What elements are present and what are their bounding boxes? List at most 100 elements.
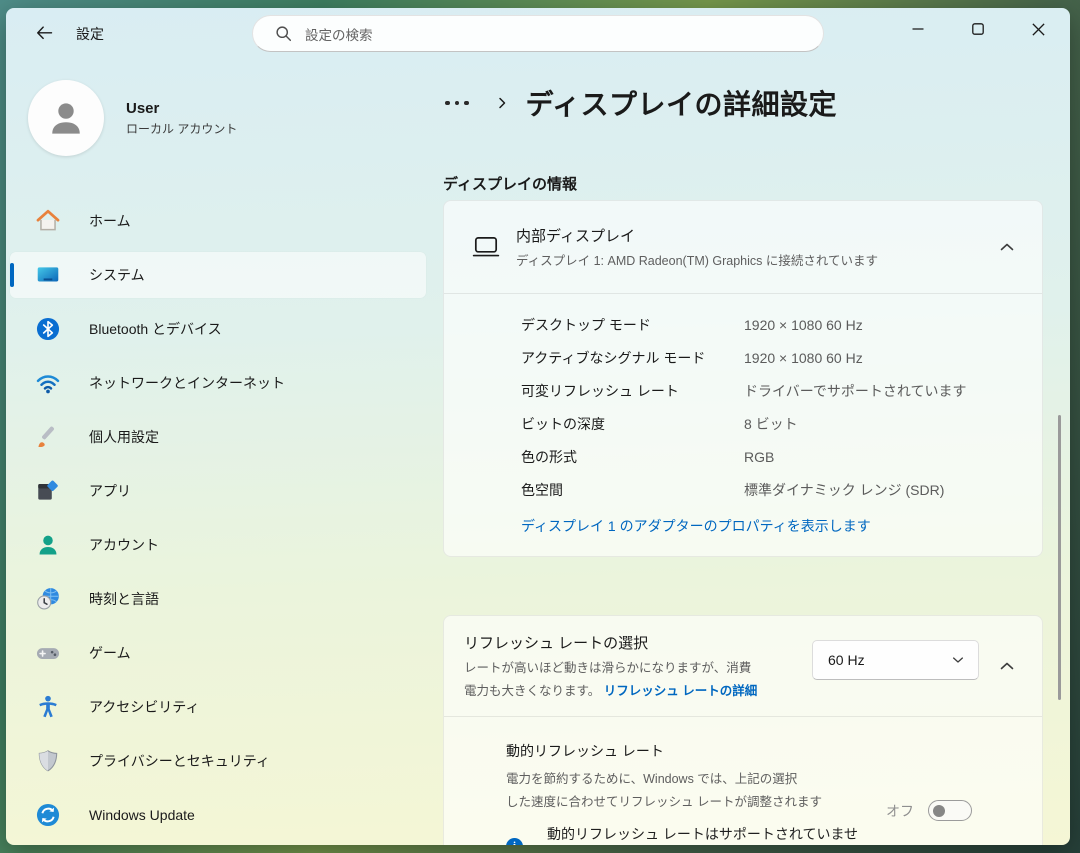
account-icon	[35, 532, 61, 558]
dynamic-description-line1: 電力を節約するために、Windows では、上記の選択	[506, 772, 797, 786]
display-info-header[interactable]: 内部ディスプレイ ディスプレイ 1: AMD Radeon(TM) Graphi…	[444, 201, 1042, 293]
sidebar-item-label: ネットワークとインターネット	[89, 373, 285, 393]
breadcrumb-ellipsis-icon	[464, 101, 469, 106]
settings-window: 設定 設定の検索	[6, 8, 1070, 845]
info-icon: i	[506, 838, 523, 846]
display-card-title: 内部ディスプレイ	[516, 225, 878, 246]
dynamic-refresh-rate-title: 動的リフレッシュ レート	[506, 741, 1042, 761]
collapse-refresh-rate-button[interactable]	[990, 649, 1024, 683]
maximize-icon	[972, 23, 984, 35]
home-icon	[35, 208, 61, 234]
refresh-rate-description-line2: 電力も大きくなります。	[464, 684, 600, 698]
spec-row-desktop-mode: デスクトップ モード 1920 × 1080 60 Hz	[521, 308, 1042, 341]
system-icon	[35, 262, 61, 288]
spec-label: 色の形式	[521, 447, 744, 467]
spec-row-active-signal-mode: アクティブなシグナル モード 1920 × 1080 60 Hz	[521, 341, 1042, 374]
sidebar-item-label: ホーム	[89, 211, 131, 231]
close-button[interactable]	[1008, 8, 1068, 50]
sidebar-item-personalization[interactable]: 個人用設定	[10, 414, 426, 460]
titlebar: 設定 設定の検索	[6, 8, 1070, 58]
user-name: User	[126, 100, 237, 117]
spec-label: アクティブなシグナル モード	[521, 348, 744, 368]
spec-row-color-format: 色の形式 RGB	[521, 440, 1042, 473]
search-icon	[275, 25, 292, 42]
search-input[interactable]: 設定の検索	[252, 15, 824, 52]
spec-row-color-space: 色空間 標準ダイナミック レンジ (SDR)	[521, 473, 1042, 506]
refresh-rate-title: リフレッシュ レートの選択	[464, 632, 757, 653]
breadcrumb-chevron-icon	[495, 96, 509, 110]
spec-label: 色空間	[521, 480, 744, 500]
page-title: ディスプレイの詳細設定	[526, 83, 838, 123]
sidebar-item-system[interactable]: システム	[10, 252, 426, 298]
sidebar-item-label: システム	[89, 265, 145, 285]
refresh-rate-header: リフレッシュ レートの選択 レートが高いほど動きは滑らかになりますが、消費 電力…	[444, 616, 1042, 716]
sidebar-item-accounts[interactable]: アカウント	[10, 522, 426, 568]
app-title: 設定	[76, 24, 104, 44]
toggle-knob-icon	[933, 805, 945, 817]
chevron-up-icon	[1000, 242, 1014, 252]
spec-value: RGB	[744, 449, 774, 465]
spec-row-variable-refresh-rate: 可変リフレッシュ レート ドライバーでサポートされています	[521, 374, 1042, 407]
dynamic-refresh-rate-section: 動的リフレッシュ レート 電力を節約するために、Windows では、上記の選択…	[444, 717, 1042, 845]
section-title: ディスプレイの情報	[443, 173, 577, 194]
bluetooth-icon	[35, 316, 61, 342]
spec-value: 1920 × 1080 60 Hz	[744, 317, 863, 333]
sidebar-item-apps[interactable]: アプリ	[10, 468, 426, 514]
adapter-properties-link[interactable]: ディスプレイ 1 のアダプターのプロパティを表示します	[521, 518, 871, 534]
sidebar-item-label: アプリ	[89, 481, 131, 501]
back-button[interactable]	[28, 18, 60, 48]
breadcrumb-ellipsis-button[interactable]	[443, 95, 471, 112]
minimize-button[interactable]	[888, 8, 948, 50]
spec-value: 8 ビット	[744, 414, 798, 434]
vertical-scrollbar[interactable]	[1058, 415, 1062, 700]
sidebar-item-label: ゲーム	[89, 643, 131, 663]
user-account-type: ローカル アカウント	[126, 120, 237, 137]
refresh-rate-learn-more-link[interactable]: リフレッシュ レートの詳細	[604, 684, 757, 698]
back-arrow-icon	[34, 23, 54, 43]
sidebar-item-gaming[interactable]: ゲーム	[10, 630, 426, 676]
search-placeholder: 設定の検索	[305, 24, 373, 44]
sidebar-item-time-language[interactable]: 時刻と言語	[10, 576, 426, 622]
display-spec-rows: デスクトップ モード 1920 × 1080 60 Hz アクティブなシグナル …	[444, 294, 1042, 506]
sidebar-item-bluetooth-devices[interactable]: Bluetooth とデバイス	[10, 306, 426, 352]
sidebar-item-label: アクセシビリティ	[89, 697, 199, 717]
refresh-rate-dropdown-value: 60 Hz	[828, 652, 865, 668]
collapse-display-info-button[interactable]	[990, 230, 1024, 264]
apps-icon	[35, 478, 61, 504]
dynamic-refresh-rate-toggle-group: オフ	[886, 800, 972, 821]
refresh-rate-description: レートが高いほど動きは滑らかになりますが、消費 電力も大きくなります。 リフレッ…	[464, 657, 757, 702]
avatar	[28, 80, 104, 156]
refresh-rate-card: リフレッシュ レートの選択 レートが高いほど動きは滑らかになりますが、消費 電力…	[443, 615, 1043, 845]
chevron-down-icon	[952, 656, 964, 664]
breadcrumb-ellipsis-icon	[455, 101, 460, 106]
dynamic-refresh-rate-info: i 動的リフレッシュ レートはサポートされていません	[506, 823, 1042, 845]
wifi-icon	[35, 370, 61, 396]
spec-row-bit-depth: ビットの深度 8 ビット	[521, 407, 1042, 440]
refresh-rate-dropdown[interactable]: 60 Hz	[812, 640, 979, 680]
dynamic-refresh-rate-info-text: 動的リフレッシュ レートはサポートされていません	[547, 823, 869, 845]
breadcrumb-ellipsis-icon	[445, 101, 450, 106]
spec-label: 可変リフレッシュ レート	[521, 381, 744, 401]
sidebar-item-network-internet[interactable]: ネットワークとインターネット	[10, 360, 426, 406]
chevron-up-icon	[1000, 661, 1014, 671]
sidebar-item-windows-update[interactable]: Windows Update	[10, 792, 426, 838]
shield-icon	[35, 748, 61, 774]
user-profile[interactable]: User ローカル アカウント	[28, 80, 237, 156]
paintbrush-icon	[35, 424, 61, 450]
breadcrumb: ディスプレイの詳細設定	[443, 85, 837, 121]
display-info-card: 内部ディスプレイ ディスプレイ 1: AMD Radeon(TM) Graphi…	[443, 200, 1043, 557]
sidebar-item-accessibility[interactable]: アクセシビリティ	[10, 684, 426, 730]
maximize-button[interactable]	[948, 8, 1008, 50]
spec-label: ビットの深度	[521, 414, 744, 434]
sidebar-item-label: Windows Update	[89, 807, 195, 823]
display-card-subtitle: ディスプレイ 1: AMD Radeon(TM) Graphics に接続されて…	[516, 250, 878, 269]
toggle-state-label: オフ	[886, 801, 914, 821]
sidebar-item-label: Bluetooth とデバイス	[89, 319, 222, 339]
sidebar-nav: ホーム システム	[10, 198, 426, 838]
sidebar: User ローカル アカウント ホーム	[6, 58, 436, 845]
sidebar-item-label: 時刻と言語	[89, 589, 159, 609]
sidebar-item-home[interactable]: ホーム	[10, 198, 426, 244]
minimize-icon	[912, 23, 924, 35]
sidebar-item-privacy-security[interactable]: プライバシーとセキュリティ	[10, 738, 426, 784]
dynamic-refresh-rate-toggle[interactable]	[928, 800, 972, 821]
